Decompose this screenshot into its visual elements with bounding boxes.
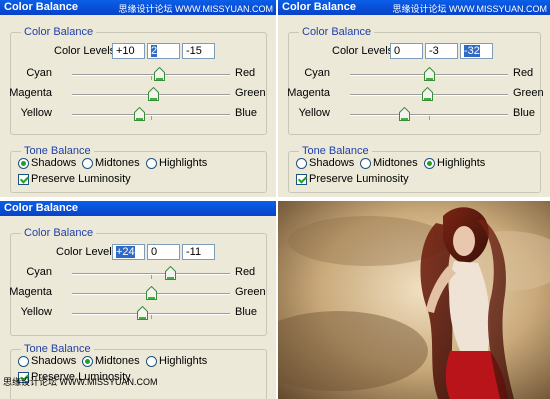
color-level-value: -3 (429, 45, 439, 57)
tone-radio-label[interactable]: Midtones (95, 157, 140, 169)
color-level-value: -15 (186, 45, 202, 57)
color-levels-label: Color Levels: (56, 246, 121, 258)
tone-radio-shadows[interactable] (18, 158, 29, 169)
slider-right-label: Green (235, 286, 266, 298)
color-level-input-3[interactable]: -32 (460, 43, 493, 59)
slider-center-tick (151, 315, 152, 319)
tone-radio-label[interactable]: Highlights (159, 355, 207, 367)
slider-left-label: Yellow (298, 107, 330, 119)
group-label: Color Balance (21, 227, 97, 239)
tone-radio-highlights[interactable] (424, 158, 435, 169)
slider-right-label: Red (235, 67, 256, 79)
slider-center-tick (151, 275, 152, 279)
color-level-input-3[interactable]: -15 (182, 43, 215, 59)
tone-radio-highlights[interactable] (146, 158, 157, 169)
color-level-input-2[interactable]: 0 (147, 244, 180, 260)
tone-radio-shadows[interactable] (296, 158, 307, 169)
slider-left-label: Magenta (287, 87, 330, 99)
woman-photo (278, 201, 550, 399)
tone-radio-highlights[interactable] (146, 356, 157, 367)
tone-radio-midtones[interactable] (82, 356, 93, 367)
color-level-value: +24 (116, 246, 135, 258)
dialog-title: Color Balance (282, 1, 356, 13)
group-label: Color Balance (299, 26, 375, 38)
color-level-value: 0 (151, 246, 158, 258)
slider-right-label: Blue (235, 306, 258, 318)
slider-right-label: Blue (513, 107, 536, 119)
color-levels-label: Color Levels: (54, 45, 119, 57)
dialog-title: Color Balance (4, 202, 78, 214)
color-levels-label: Color Levels: (332, 45, 397, 57)
color-level-input-2[interactable]: -3 (425, 43, 458, 59)
preserve-luminosity-label[interactable]: Preserve Luminosity (309, 173, 409, 185)
color-level-value: -11 (186, 246, 202, 258)
preserve-luminosity-label[interactable]: Preserve Luminosity (31, 173, 131, 185)
tone-radio-midtones[interactable] (360, 158, 371, 169)
color-level-input-1[interactable]: +24 (112, 244, 145, 260)
tone-radio-label[interactable]: Highlights (159, 157, 207, 169)
tone-radio-label[interactable]: Shadows (31, 157, 76, 169)
slider-right-label: Green (235, 87, 266, 99)
group-label: Tone Balance (299, 145, 372, 157)
group-label: Tone Balance (21, 145, 94, 157)
preserve-luminosity-checkbox[interactable] (18, 174, 29, 185)
group-label: Tone Balance (21, 343, 94, 355)
tone-radio-label[interactable]: Shadows (31, 355, 76, 367)
dialog-titlebar[interactable]: Color Balance 思缘设计论坛 WWW.MISSYUAN.COM (278, 0, 550, 15)
color-level-input-1[interactable]: 0 (390, 43, 423, 59)
slider-left-label: Cyan (26, 67, 52, 79)
slider-right-label: Blue (235, 107, 258, 119)
tone-radio-label[interactable]: Shadows (309, 157, 354, 169)
slider-left-label: Magenta (9, 286, 52, 298)
color-level-value: 0 (394, 45, 401, 57)
slider-left-label: Cyan (26, 266, 52, 278)
slider-right-label: Green (513, 87, 544, 99)
slider-left-label: Cyan (304, 67, 330, 79)
tone-radio-label[interactable]: Highlights (437, 157, 485, 169)
color-level-value: -32 (464, 45, 480, 57)
slider-left-label: Yellow (20, 306, 52, 318)
color-level-input-2[interactable]: 2 (147, 43, 180, 59)
tone-radio-label[interactable]: Midtones (373, 157, 418, 169)
dialog-titlebar[interactable]: Color Balance 思缘设计论坛 WWW.MISSYUAN.COM (0, 0, 276, 15)
slider-center-tick (151, 116, 152, 120)
color-level-input-3[interactable]: -11 (182, 244, 215, 260)
watermark: 思缘设计论坛 WWW.MISSYUAN.COM (392, 4, 548, 14)
tone-radio-label[interactable]: Midtones (95, 355, 140, 367)
slider-left-label: Magenta (9, 87, 52, 99)
slider-center-tick (151, 76, 152, 80)
tone-radio-midtones[interactable] (82, 158, 93, 169)
footer-watermark: 思缘设计论坛 WWW.MISSYUAN.COM (3, 377, 158, 387)
color-balance-dialog: Color Balance 思缘设计论坛 WWW.MISSYUAN.COM Co… (0, 0, 276, 197)
color-balance-dialog: Color Balance 思缘设计论坛 WWW.MISSYUAN.COM Co… (278, 0, 550, 197)
slider-right-label: Red (235, 266, 256, 278)
group-label: Color Balance (21, 26, 97, 38)
color-level-value: 2 (151, 45, 158, 57)
color-level-input-1[interactable]: +10 (112, 43, 145, 59)
dialog-titlebar[interactable]: Color Balance (0, 201, 276, 216)
color-balance-dialog: Color Balance Color Balance Color Levels… (0, 201, 276, 399)
dialog-title: Color Balance (4, 1, 78, 13)
slider-left-label: Yellow (20, 107, 52, 119)
tone-radio-shadows[interactable] (18, 356, 29, 367)
slider-center-tick (429, 116, 430, 120)
preserve-luminosity-checkbox[interactable] (296, 174, 307, 185)
watermark: 思缘设计论坛 WWW.MISSYUAN.COM (118, 4, 274, 14)
color-level-value: +10 (116, 45, 135, 57)
slider-right-label: Red (513, 67, 534, 79)
